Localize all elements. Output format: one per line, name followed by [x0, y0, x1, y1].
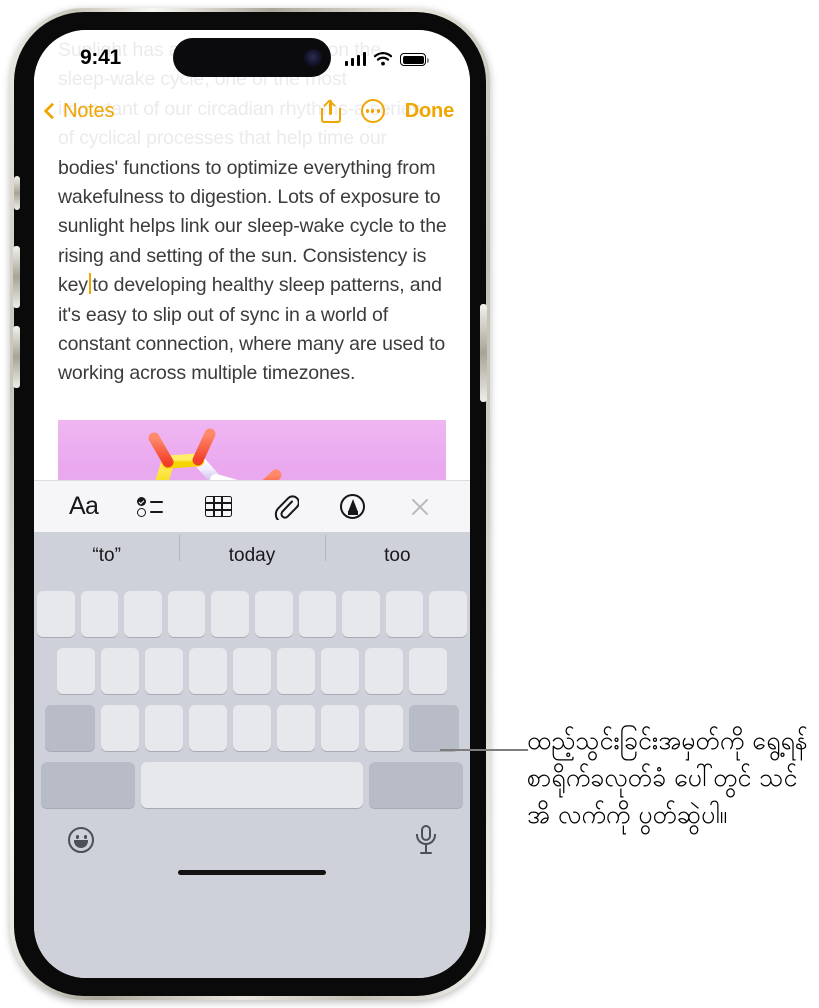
emoji-icon[interactable]: [68, 827, 94, 853]
navigation-bar: Notes Done: [34, 88, 470, 134]
microphone-icon[interactable]: [416, 825, 436, 855]
checklist-button[interactable]: [131, 488, 171, 526]
volume-down-button[interactable]: [13, 326, 20, 388]
phone-frame: Sunlight has a profound impact on the sl…: [10, 8, 490, 1000]
key[interactable]: [189, 648, 227, 694]
key[interactable]: [429, 591, 467, 637]
key[interactable]: [167, 591, 206, 637]
attachment-button[interactable]: [266, 488, 306, 526]
phone-screen: Sunlight has a profound impact on the sl…: [34, 30, 470, 978]
keyboard-row-4: [37, 762, 467, 808]
share-icon[interactable]: [320, 98, 341, 123]
chevron-left-icon: [43, 102, 61, 120]
key[interactable]: [37, 591, 75, 637]
space-key[interactable]: [141, 762, 363, 808]
format-toolbar: Aa: [34, 480, 470, 532]
delete-key[interactable]: [409, 705, 459, 751]
back-button-label: Notes: [63, 99, 115, 122]
keyboard-row-2: [37, 648, 467, 694]
volume-up-button[interactable]: [13, 246, 20, 308]
keyboard-bottom-bar: [34, 819, 470, 885]
back-to-notes-button[interactable]: Notes: [43, 99, 115, 123]
callout-text: ထည့်သွင်းခြင်းအမှတ်ကို ရွေ့ရန် စာရိုက်ခလ…: [527, 726, 808, 829]
key[interactable]: [145, 648, 183, 694]
key[interactable]: [124, 591, 162, 637]
callout-leader-line: [440, 749, 528, 752]
shift-key[interactable]: [45, 705, 95, 751]
close-icon: [409, 496, 431, 518]
home-indicator[interactable]: [178, 869, 326, 875]
key[interactable]: [321, 648, 359, 694]
key[interactable]: [277, 705, 315, 751]
key[interactable]: [57, 648, 95, 694]
key[interactable]: [409, 648, 447, 694]
prediction-1[interactable]: today: [179, 535, 324, 567]
key[interactable]: [298, 591, 337, 637]
done-button[interactable]: Done: [405, 100, 454, 123]
navbar-actions: Done: [320, 98, 454, 123]
checklist-icon: [136, 496, 165, 518]
keyboard-rows: [34, 580, 470, 808]
note-text-after-cursor: to developing healthy sleep patterns, an…: [58, 274, 446, 385]
return-key[interactable]: [369, 762, 463, 808]
key[interactable]: [80, 591, 119, 637]
predictive-text-bar: “to” today too: [34, 532, 470, 580]
prediction-0[interactable]: “to”: [34, 545, 179, 567]
table-button[interactable]: [198, 488, 238, 526]
paperclip-icon: [274, 494, 299, 520]
key[interactable]: [321, 705, 359, 751]
numbers-key[interactable]: [41, 762, 135, 808]
key[interactable]: [255, 591, 293, 637]
markup-button[interactable]: [333, 488, 373, 526]
key[interactable]: [365, 705, 403, 751]
key[interactable]: [385, 591, 424, 637]
power-button[interactable]: [480, 304, 487, 402]
format-aa-button[interactable]: Aa: [64, 488, 104, 526]
key[interactable]: [365, 648, 403, 694]
key[interactable]: [233, 705, 271, 751]
keyboard: “to” today too: [34, 532, 470, 978]
keyboard-row-1: [37, 591, 467, 637]
key[interactable]: [342, 591, 380, 637]
key[interactable]: [189, 705, 227, 751]
key[interactable]: [145, 705, 183, 751]
close-toolbar-button[interactable]: [400, 488, 440, 526]
screenshot-root: Sunlight has a profound impact on the sl…: [0, 0, 819, 1008]
prediction-2[interactable]: too: [324, 535, 470, 567]
key[interactable]: [101, 648, 139, 694]
mute-switch[interactable]: [14, 176, 20, 210]
key[interactable]: [211, 591, 249, 637]
key[interactable]: [277, 648, 315, 694]
key[interactable]: [233, 648, 271, 694]
table-icon: [204, 496, 232, 517]
keyboard-row-3: [37, 705, 467, 751]
note-faded-line-1: Sunlight has a profound impact on the: [58, 39, 381, 61]
markup-pen-icon: [340, 494, 366, 519]
key[interactable]: [101, 705, 139, 751]
more-circle-icon[interactable]: [360, 99, 385, 123]
